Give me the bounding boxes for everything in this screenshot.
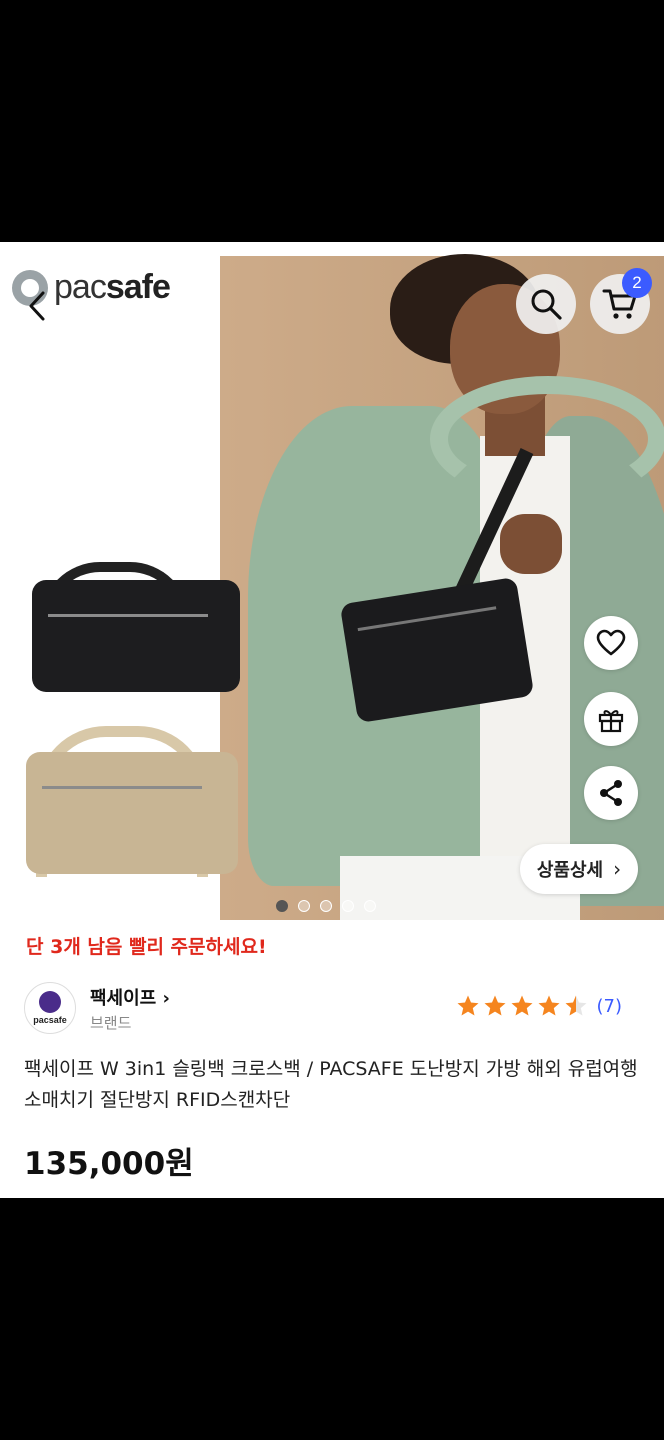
- chevron-right-icon: ›: [162, 988, 170, 1009]
- carousel-dot[interactable]: [276, 900, 288, 912]
- star-full-icon: [537, 994, 561, 1018]
- star-full-icon: [483, 994, 507, 1018]
- search-icon: [531, 289, 562, 320]
- product-title: 팩세이프 W 3in1 슬링백 크로스백 / PACSAFE 도난방지 가방 해…: [24, 1058, 638, 1111]
- stock-alert: 단 3개 남음 빨리 주문하세요!: [26, 936, 267, 958]
- carousel-dot[interactable]: [342, 900, 354, 912]
- cart-count-badge: 2: [622, 268, 652, 298]
- share-button[interactable]: [584, 766, 638, 820]
- seller-avatar[interactable]: pacsafe: [24, 982, 76, 1034]
- wishlist-button[interactable]: [584, 616, 638, 670]
- carousel-dot[interactable]: [320, 900, 332, 912]
- bottom-black-bar: [0, 1198, 664, 1440]
- cart-button[interactable]: 2: [590, 268, 652, 334]
- black-bag: [32, 580, 240, 692]
- seller-type: 브랜드: [90, 1014, 132, 1032]
- seller-name-link[interactable]: 팩세이프 ›: [90, 984, 170, 1010]
- search-button[interactable]: [516, 274, 576, 334]
- chevron-left-icon: [29, 291, 45, 321]
- product-detail-button[interactable]: 상품상세 ›: [520, 844, 638, 894]
- rating-stars[interactable]: (7): [456, 994, 623, 1018]
- carousel-dot[interactable]: [298, 900, 310, 912]
- share-icon: [600, 780, 622, 806]
- star-full-icon: [456, 994, 480, 1018]
- back-button[interactable]: [20, 282, 54, 330]
- carousel-indicator: [276, 900, 376, 912]
- star-full-icon: [510, 994, 534, 1018]
- heart-icon: [596, 629, 626, 656]
- collar-shape: [430, 376, 664, 502]
- top-black-bar: [0, 0, 664, 242]
- bag-color-variants: [0, 542, 250, 882]
- product-image-carousel[interactable]: pacsafe 2 상품상세 ›: [0, 242, 664, 920]
- product-price: 135,000원: [24, 1146, 194, 1182]
- model-photo: [220, 254, 664, 920]
- seller-info: pacsafe 팩세이프 › 브랜드 (7): [24, 982, 644, 1042]
- pacsafe-emblem-icon: [39, 991, 61, 1013]
- beige-bag: [26, 752, 238, 874]
- chevron-right-icon: ›: [613, 857, 622, 881]
- hand-shape: [500, 514, 562, 574]
- carousel-dot[interactable]: [364, 900, 376, 912]
- review-count[interactable]: (7): [597, 996, 623, 1017]
- gift-button[interactable]: [584, 692, 638, 746]
- gift-icon: [598, 710, 624, 733]
- star-half-icon: [564, 994, 588, 1018]
- product-page: pacsafe 2 상품상세 › 단 3개 남음 빨리 주문하세요! pacsa…: [0, 242, 664, 1198]
